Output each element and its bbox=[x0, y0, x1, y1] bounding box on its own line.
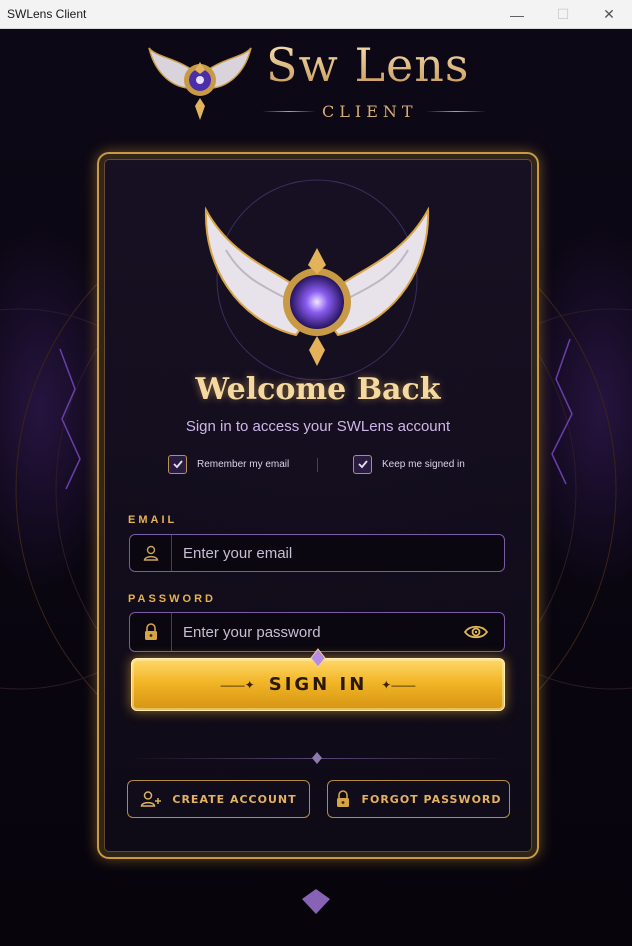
window-titlebar: SWLens Client — ☐ ✕ bbox=[0, 0, 632, 29]
ornament-left-icon: ——✦ bbox=[220, 677, 255, 692]
welcome-subtitle: Sign in to access your SWLens account bbox=[185, 418, 451, 435]
maximize-button[interactable]: ☐ bbox=[540, 0, 586, 29]
gem-icon bbox=[310, 648, 326, 668]
minimize-button[interactable]: — bbox=[494, 0, 540, 29]
brand-name: Sw Lens bbox=[266, 38, 470, 92]
password-field bbox=[129, 612, 505, 652]
brand-divider-left bbox=[262, 111, 316, 112]
lock-icon bbox=[130, 613, 172, 651]
welcome-heading: Welcome Back bbox=[195, 372, 441, 407]
password-input[interactable] bbox=[172, 613, 448, 651]
add-user-icon bbox=[141, 791, 162, 807]
check-icon bbox=[172, 460, 183, 469]
divider-gem-icon bbox=[312, 752, 322, 764]
create-account-label: CREATE ACCOUNT bbox=[172, 792, 297, 806]
keep-signed-in-label: Keep me signed in bbox=[382, 458, 465, 470]
winged-emblem-icon bbox=[204, 179, 430, 381]
checkbox-divider bbox=[317, 458, 318, 472]
remember-email-label: Remember my email bbox=[197, 458, 290, 470]
email-label: EMAIL bbox=[128, 514, 178, 526]
brand-divider-right bbox=[426, 111, 486, 112]
remember-email-option[interactable]: Remember my email bbox=[168, 454, 289, 474]
email-field bbox=[129, 534, 505, 572]
password-label: PASSWORD bbox=[128, 593, 216, 605]
keep-signed-in-option[interactable]: Keep me signed in bbox=[353, 454, 465, 474]
user-icon bbox=[130, 535, 172, 571]
window-controls: — ☐ ✕ bbox=[494, 0, 632, 29]
forgot-password-button[interactable]: FORGOT PASSWORD bbox=[327, 780, 510, 818]
ornament-right-icon: ✦—— bbox=[381, 677, 416, 692]
brand-emblem-icon bbox=[148, 47, 252, 120]
check-icon bbox=[357, 460, 368, 469]
keep-signed-in-checkbox[interactable] bbox=[353, 454, 372, 474]
forgot-password-label: FORGOT PASSWORD bbox=[361, 792, 502, 806]
eye-icon bbox=[463, 625, 489, 639]
remember-email-checkbox[interactable] bbox=[168, 454, 187, 474]
email-input[interactable] bbox=[172, 535, 504, 571]
brand-subtitle: CLIENT bbox=[322, 102, 418, 121]
toggle-password-visibility-button[interactable] bbox=[448, 613, 504, 651]
lock-icon bbox=[337, 790, 350, 807]
close-button[interactable]: ✕ bbox=[586, 0, 632, 29]
create-account-button[interactable]: CREATE ACCOUNT bbox=[127, 780, 310, 818]
window-title: SWLens Client bbox=[7, 7, 87, 21]
sign-in-label: SIGN IN bbox=[268, 674, 368, 695]
